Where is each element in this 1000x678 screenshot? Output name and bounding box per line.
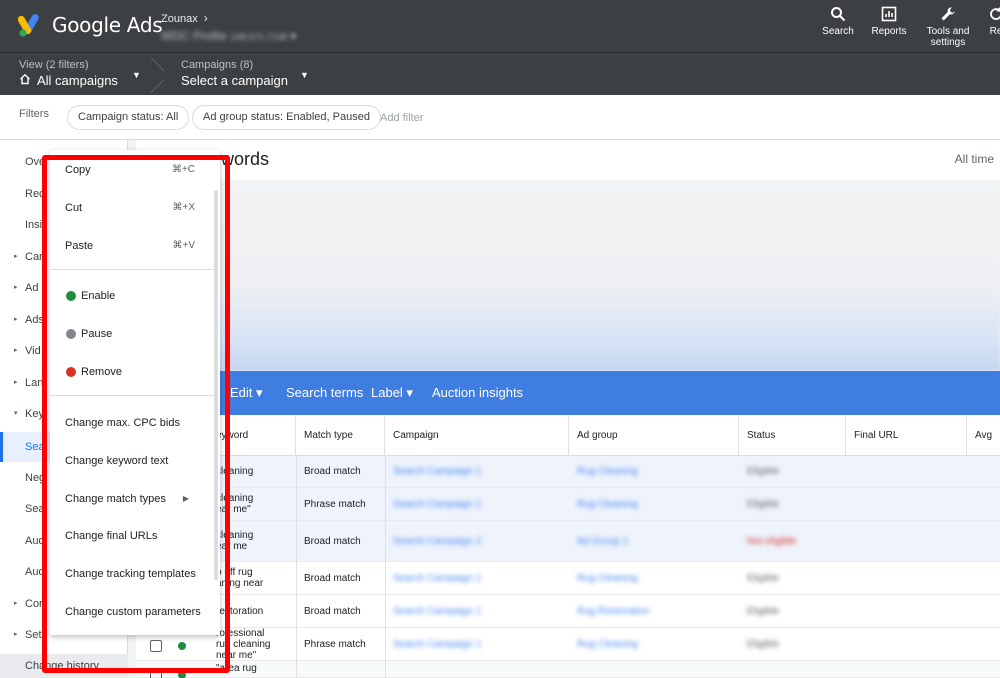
refresh-icon xyxy=(986,6,1000,26)
row-checkbox[interactable] xyxy=(150,669,162,678)
menu-item-change-match-types[interactable]: Change match types ▶ xyxy=(50,484,220,514)
auction-insights-button[interactable]: Auction insights xyxy=(432,385,523,400)
column-divider xyxy=(296,456,297,678)
filter-chip-campaign-status[interactable]: Campaign status: All xyxy=(67,105,190,130)
enabled-status-dot[interactable] xyxy=(178,642,186,650)
label-menu-button[interactable]: Label ▾ xyxy=(371,385,413,401)
campaign-selector[interactable]: Campaigns (8) Select a campaign xyxy=(181,59,288,88)
table-row[interactable]: rofessional rug cleaning near me" Phrase… xyxy=(136,628,1000,661)
edit-menu-button[interactable]: Edit ▾ xyxy=(230,385,263,401)
submenu-arrow-icon: ▶ xyxy=(182,494,189,503)
account-switcher[interactable]: Zounax › WDC Profile 248-571-7148 ▾ xyxy=(161,11,296,43)
expand-icon: ▸ xyxy=(14,600,18,607)
menu-item-change-custom-parameters[interactable]: Change custom parameters xyxy=(50,597,220,627)
chevron-right-icon: › xyxy=(203,11,208,25)
pause-icon xyxy=(66,329,76,344)
column-header-keyword[interactable]: eyword xyxy=(208,415,296,456)
google-ads-logo-icon xyxy=(18,14,39,37)
expand-icon: ▸ xyxy=(14,631,18,638)
menu-item-change-tracking-templates[interactable]: Change tracking templates xyxy=(50,559,220,589)
menu-item-change-final-urls[interactable]: Change final URLs xyxy=(50,521,220,551)
table-row[interactable]: restoration Broad match Search Campaign … xyxy=(136,595,1000,628)
remove-icon xyxy=(66,367,76,383)
enable-icon xyxy=(66,291,76,301)
table-row[interactable]: cleaning ear me" Phrase match Search Cam… xyxy=(136,488,1000,521)
date-range[interactable]: All time xyxy=(955,152,994,166)
account-name: Zounax xyxy=(161,13,198,25)
filters-label: Filters xyxy=(19,108,49,120)
view-selector[interactable]: View (2 filters) All campaigns xyxy=(19,59,118,88)
table-row[interactable]: o off rug aning near Broad match Search … xyxy=(136,562,1000,595)
menu-item-remove[interactable]: Remove xyxy=(50,357,220,387)
top-header: Google Ads Zounax › WDC Profile 248-571-71… xyxy=(0,0,1000,52)
menu-item-paste[interactable]: Paste ⌘+V xyxy=(50,231,220,261)
menu-item-copy[interactable]: Copy ⌘+C xyxy=(50,155,220,185)
account-profile: WDC Profile 248-571-7148 ▾ xyxy=(161,29,297,43)
menu-item-enable[interactable]: Enable xyxy=(50,281,220,311)
filter-bar: Filters Campaign status: All Ad group st… xyxy=(0,95,1000,140)
table-action-bar: Edit ▾ Search terms Label ▾ Auction insi… xyxy=(136,371,1000,415)
campaign-dropdown-icon[interactable]: ▼ xyxy=(300,70,309,80)
row-checkbox[interactable] xyxy=(150,640,162,652)
main-content: ywords All time Edit ▾ Search terms Labe… xyxy=(136,140,1000,678)
expand-icon: ▸ xyxy=(14,316,18,323)
search-tool-button[interactable]: Search xyxy=(820,6,856,37)
table-row[interactable]: "area rug xyxy=(136,661,1000,678)
campaign-selector-bar: View (2 filters) All campaigns ▼ Campaig… xyxy=(0,52,1000,95)
collapse-icon: ▾ xyxy=(14,410,18,417)
column-header-final-url[interactable]: Final URL xyxy=(846,415,967,456)
expand-icon: ▸ xyxy=(14,253,18,260)
search-icon xyxy=(820,6,856,26)
menu-item-pause[interactable]: Pause xyxy=(50,319,220,349)
table-row[interactable]: cleaning Broad match Search Campaign 1 R… xyxy=(136,456,1000,488)
expand-icon: ▸ xyxy=(14,284,18,291)
column-header-avg[interactable]: Avg xyxy=(967,415,1000,456)
reports-icon xyxy=(868,6,910,26)
tools-settings-button[interactable]: Tools and settings xyxy=(922,6,974,48)
menu-item-cut[interactable]: Cut ⌘+X xyxy=(50,193,220,223)
filter-chip-ad-group-status[interactable]: Ad group status: Enabled, Paused xyxy=(192,105,381,130)
column-divider xyxy=(385,456,386,678)
refresh-tool-button[interactable]: Re xyxy=(986,6,1000,37)
performance-chart xyxy=(136,180,1000,371)
reports-tool-button[interactable]: Reports xyxy=(868,6,910,37)
column-header-match-type[interactable]: Match type xyxy=(296,415,385,456)
app-name: Google Ads xyxy=(52,13,163,37)
keywords-table: eyword Match type Campaign Ad group Stat… xyxy=(136,415,1000,678)
column-header-campaign[interactable]: Campaign xyxy=(385,415,569,456)
column-header-ad-group[interactable]: Ad group xyxy=(569,415,739,456)
add-filter-button[interactable]: Add filter xyxy=(380,112,423,124)
enabled-status-dot[interactable] xyxy=(178,671,186,678)
view-dropdown-icon[interactable]: ▼ xyxy=(132,70,141,80)
search-terms-button[interactable]: Search terms xyxy=(286,385,363,400)
google-ads-logo[interactable]: Google Ads xyxy=(18,12,163,38)
home-icon xyxy=(19,73,31,88)
menu-item-change-max-cpc-bids[interactable]: Change max. CPC bids xyxy=(50,408,220,438)
expand-icon: ▸ xyxy=(14,379,18,386)
menu-separator xyxy=(50,395,214,396)
wrench-icon xyxy=(922,6,974,26)
table-row[interactable]: cleaning ear me Broad match Search Campa… xyxy=(136,521,1000,562)
menu-item-change-keyword-text[interactable]: Change keyword text xyxy=(50,446,220,476)
page-title: ywords xyxy=(212,149,270,169)
column-header-status[interactable]: Status xyxy=(739,415,846,456)
menu-separator xyxy=(50,269,214,270)
breadcrumb-divider xyxy=(150,53,164,96)
page-header: ywords All time xyxy=(136,140,1000,180)
context-menu: Copy ⌘+C Cut ⌘+X Paste ⌘+V Enable Pause Rem… xyxy=(50,150,220,635)
expand-icon: ▸ xyxy=(14,347,18,354)
change-history-link[interactable]: Change history xyxy=(0,654,128,678)
